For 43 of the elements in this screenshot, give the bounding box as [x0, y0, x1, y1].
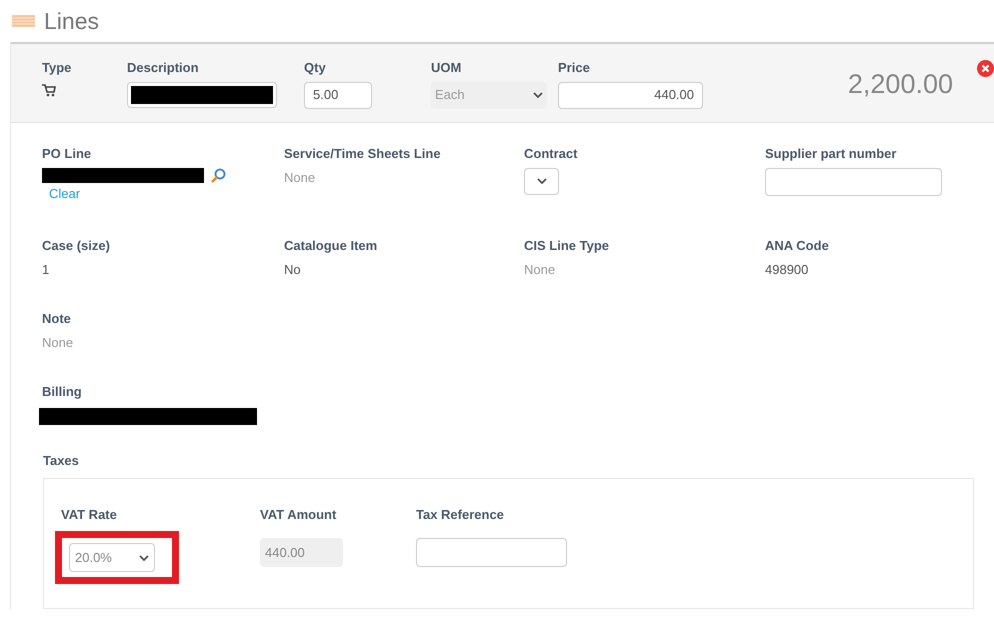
vat-rate-dropdown[interactable]: 20.0%: [69, 543, 155, 572]
field-label: ANA Code: [765, 237, 830, 255]
field-label: Qty: [304, 59, 327, 77]
section-title: Lines: [44, 6, 99, 36]
field-value: No: [284, 260, 302, 278]
field-value: None: [524, 260, 556, 278]
field-label: VAT Rate: [61, 507, 117, 522]
description-field[interactable]: [127, 82, 277, 108]
field-label: Service/Time Sheets Line: [284, 145, 442, 163]
cart-icon: [42, 84, 56, 96]
taxes-heading: Taxes: [43, 453, 79, 468]
field-label: VAT Amount: [260, 507, 336, 522]
search-icon[interactable]: [210, 168, 226, 184]
field-value: 498900: [765, 260, 810, 278]
field-label: Note: [42, 310, 72, 328]
supplier-part-number-field[interactable]: [765, 168, 942, 196]
chevron-down-icon: [139, 554, 149, 560]
field-label: Contract: [524, 145, 578, 163]
tax-reference-field[interactable]: [416, 538, 567, 567]
field-label: Catalogue Item: [284, 237, 378, 255]
input-field[interactable]: 5.00: [304, 82, 372, 108]
contract-dropdown[interactable]: [524, 168, 559, 194]
field-label: Case (size): [42, 237, 111, 255]
remove-icon[interactable]: [977, 60, 994, 77]
field-label: UOM: [431, 59, 462, 77]
field-label: PO Line: [42, 145, 92, 163]
field-value: None: [284, 168, 316, 186]
field-label: CIS Line Type: [524, 237, 610, 255]
field-value: None: [42, 334, 74, 352]
field-label: Type: [42, 59, 72, 77]
chevron-down-icon: [533, 92, 543, 98]
field-label: Supplier part number: [765, 145, 898, 163]
field-label: Billing: [42, 383, 83, 401]
input-field[interactable]: 440.00: [558, 82, 703, 108]
lines-icon: [12, 15, 35, 27]
field-label: Tax Reference: [416, 507, 504, 522]
field-value: 1: [42, 260, 50, 278]
line-total: 2,200.00: [848, 68, 953, 101]
field-label: Price: [558, 59, 591, 77]
chevron-down-icon: [536, 178, 546, 184]
vat-amount-field: 440.00: [260, 538, 343, 567]
clear-link[interactable]: Clear: [49, 184, 284, 203]
field-label: Description: [127, 59, 200, 77]
